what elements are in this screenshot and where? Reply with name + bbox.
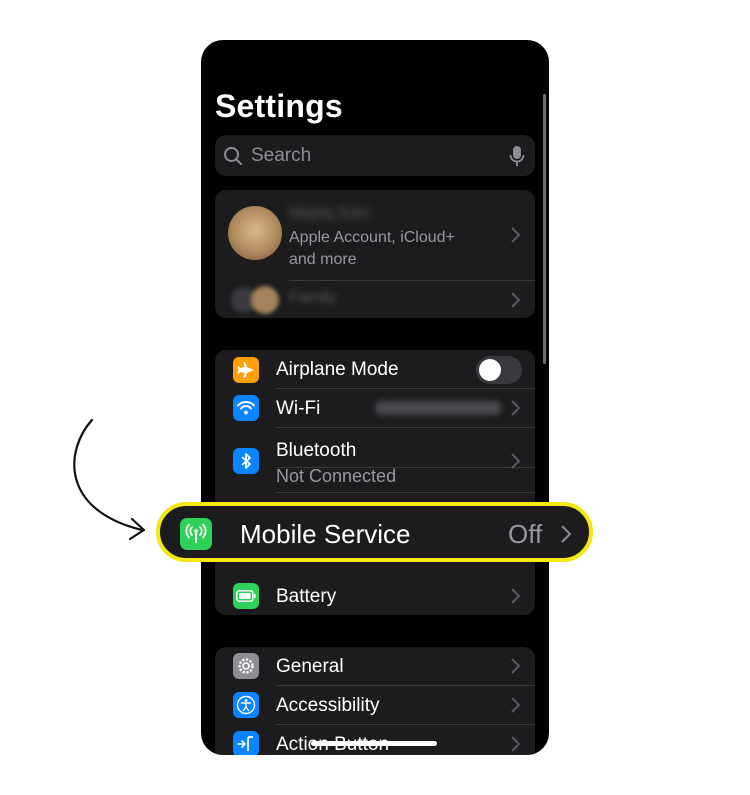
general-group: General Accessibility Action	[215, 647, 535, 755]
battery-row[interactable]: Battery	[215, 577, 535, 615]
search-icon	[224, 146, 242, 165]
chevron-right-icon	[511, 227, 520, 243]
bluetooth-row[interactable]: Bluetooth Not Connected	[215, 428, 535, 492]
family-avatars	[231, 284, 283, 314]
chevron-right-icon	[511, 400, 520, 416]
wifi-network-name	[375, 401, 501, 415]
home-indicator[interactable]	[311, 741, 437, 746]
accessibility-icon	[233, 692, 259, 718]
accessibility-label: Accessibility	[276, 695, 380, 716]
wifi-icon	[233, 395, 259, 421]
wifi-row[interactable]: Wi-Fi	[215, 389, 535, 427]
bluetooth-icon	[233, 448, 259, 474]
battery-label: Battery	[276, 586, 337, 607]
scrollbar[interactable]	[543, 94, 546, 364]
accessibility-row[interactable]: Accessibility	[215, 686, 535, 724]
general-row[interactable]: General	[215, 647, 535, 685]
mobile-service-callout[interactable]: Mobile Service Off	[156, 502, 593, 562]
bluetooth-status: Not Connected	[276, 466, 397, 486]
airplane-mode-label: Airplane Mode	[276, 359, 399, 380]
search-placeholder: Search	[251, 144, 312, 166]
bluetooth-label: Bluetooth	[276, 440, 357, 461]
chevron-right-icon	[511, 697, 520, 713]
family-row[interactable]: Family	[215, 281, 535, 318]
chevron-right-icon	[511, 453, 520, 469]
antenna-icon	[180, 518, 212, 550]
account-group: Maria Kim Apple Account, iCloud+ and mor…	[215, 190, 535, 318]
chevron-right-icon	[561, 525, 571, 543]
chevron-right-icon	[511, 292, 520, 308]
search-bar[interactable]: Search	[215, 135, 535, 176]
chevron-right-icon	[511, 588, 520, 604]
microphone-icon[interactable]	[509, 145, 525, 167]
account-subtitle-2: and more	[289, 251, 357, 268]
wifi-label: Wi-Fi	[276, 398, 321, 419]
annotation-arrow-icon	[73, 418, 146, 541]
avatar	[228, 206, 282, 260]
action-button-icon	[233, 731, 259, 755]
chevron-right-icon	[511, 658, 520, 674]
account-subtitle-1: Apple Account, iCloud+	[289, 229, 455, 246]
page-title: Settings	[215, 88, 343, 124]
connectivity-group: Airplane Mode Wi-Fi Bluetooth Not Connec…	[215, 350, 535, 615]
gear-icon	[233, 653, 259, 679]
airplane-icon	[233, 357, 259, 383]
account-row[interactable]: Maria Kim Apple Account, iCloud+ and mor…	[215, 190, 535, 280]
chevron-right-icon	[511, 736, 520, 752]
airplane-mode-toggle[interactable]	[476, 356, 522, 384]
general-label: General	[276, 656, 344, 677]
family-label: Family	[289, 289, 337, 306]
phone-screen: Settings Search Maria Kim Apple Account,…	[201, 40, 549, 755]
airplane-mode-row: Airplane Mode	[215, 350, 535, 388]
battery-icon	[233, 583, 259, 609]
action-button-row[interactable]: Action Button	[215, 725, 535, 755]
account-name: Maria Kim	[289, 203, 371, 223]
mobile-service-label: Mobile Service	[240, 519, 411, 549]
mobile-service-value: Off	[508, 519, 543, 549]
